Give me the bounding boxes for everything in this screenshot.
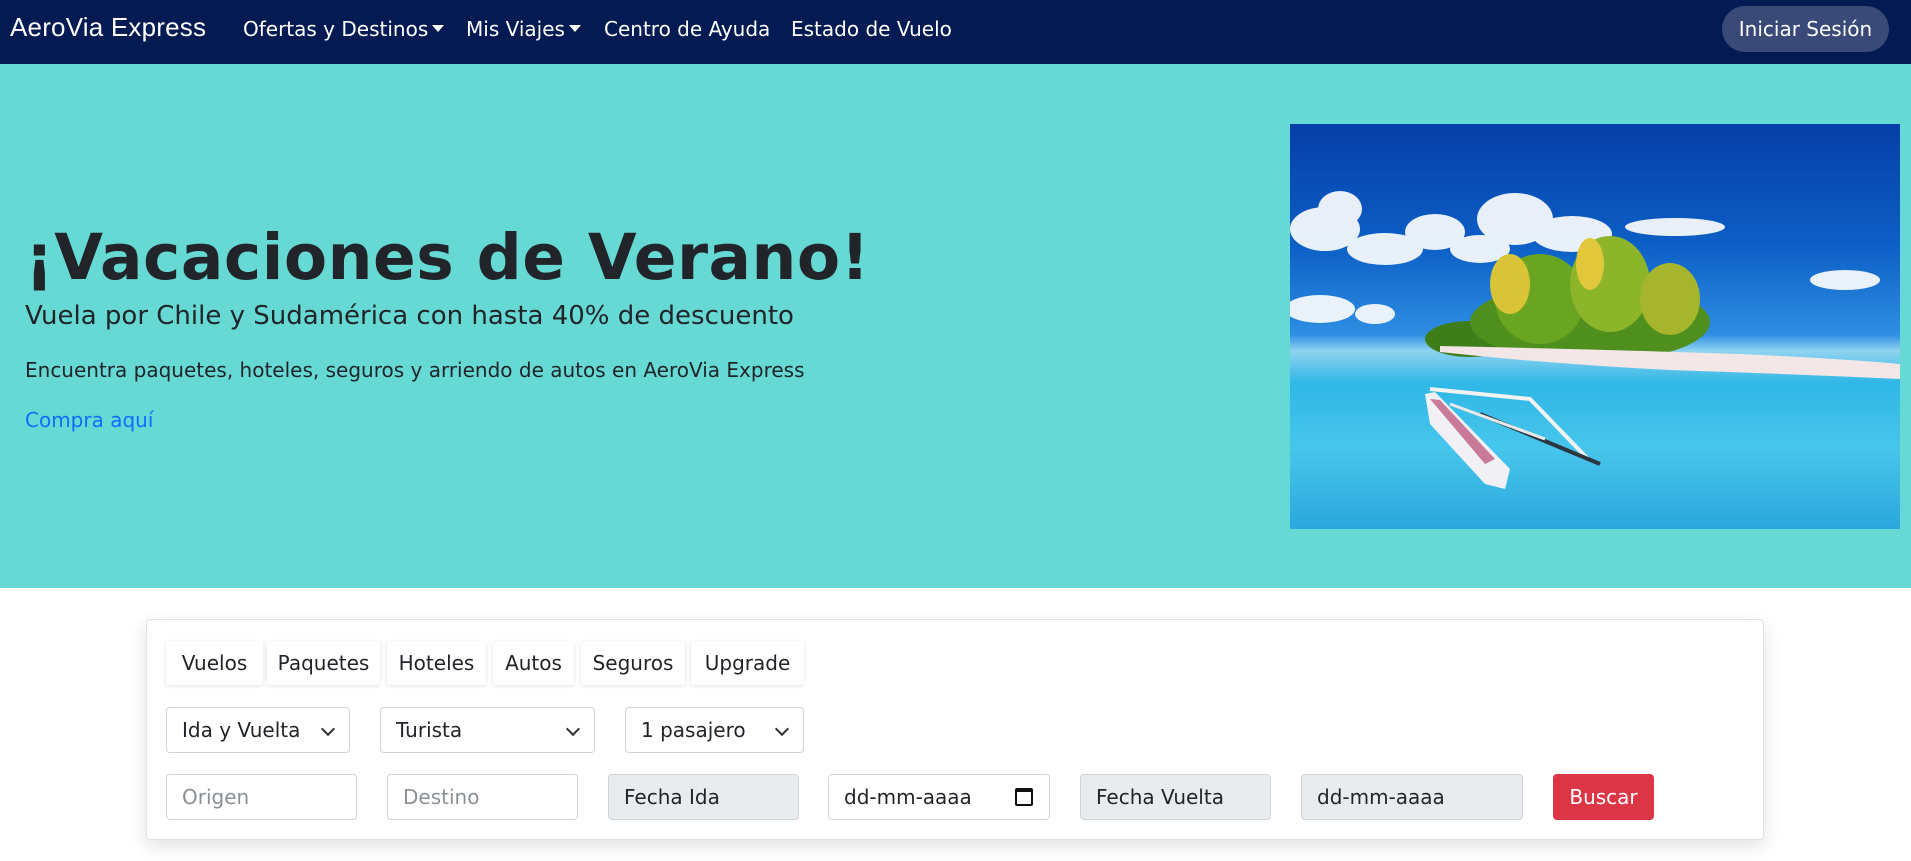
origin-input[interactable]: Origen <box>166 774 357 820</box>
return-label: Fecha Vuelta <box>1080 774 1271 820</box>
nav-centro-ayuda[interactable]: Centro de Ayuda <box>604 17 770 41</box>
departure-date-input[interactable]: dd-mm-aaaa <box>828 774 1050 820</box>
departure-date-placeholder: dd-mm-aaaa <box>844 785 972 809</box>
hero-banner: ¡Vacaciones de Verano! Vuela por Chile y… <box>0 64 1911 588</box>
caret-down-icon <box>432 25 445 32</box>
brand-logo[interactable]: AeroVia Express <box>10 12 206 43</box>
caret-down-icon <box>568 25 581 32</box>
hero-description: Encuentra paquetes, hoteles, seguros y a… <box>25 358 805 382</box>
island-illustration <box>1290 191 1900 489</box>
nav-estado-vuelo[interactable]: Estado de Vuelo <box>791 17 952 41</box>
tab-vuelos[interactable]: Vuelos <box>166 641 263 685</box>
buy-here-link[interactable]: Compra aquí <box>25 408 153 432</box>
nav-mis-viajes[interactable]: Mis Viajes <box>466 17 581 41</box>
return-date-input[interactable]: dd-mm-aaaa <box>1301 774 1523 820</box>
top-navbar: AeroVia Express Ofertas y Destinos Mis V… <box>0 0 1911 64</box>
trip-type-select[interactable]: Ida y Vuelta <box>166 707 350 753</box>
nav-ofertas-destinos[interactable]: Ofertas y Destinos <box>243 17 445 41</box>
tropical-island-image <box>1290 124 1900 529</box>
passengers-select[interactable]: 1 pasajero <box>625 707 804 753</box>
tab-autos[interactable]: Autos <box>493 641 574 685</box>
hero-title: ¡Vacaciones de Verano! <box>25 221 870 294</box>
tab-paquetes[interactable]: Paquetes <box>267 641 380 685</box>
nav-ofertas-destinos-label: Ofertas y Destinos <box>243 17 429 41</box>
tab-seguros[interactable]: Seguros <box>581 641 685 685</box>
trip-type-value: Ida y Vuelta <box>182 718 301 742</box>
chevron-down-icon <box>320 721 336 737</box>
cabin-class-select[interactable]: Turista <box>380 707 595 753</box>
cabin-class-value: Turista <box>396 718 463 742</box>
hero-subtitle: Vuela por Chile y Sudamérica con hasta 4… <box>25 301 794 331</box>
search-button[interactable]: Buscar <box>1553 774 1654 820</box>
passengers-value: 1 pasajero <box>641 718 746 742</box>
tab-hoteles[interactable]: Hoteles <box>387 641 486 685</box>
tab-upgrade[interactable]: Upgrade <box>691 641 804 685</box>
departure-label: Fecha Ida <box>608 774 799 820</box>
calendar-icon[interactable] <box>1015 788 1033 806</box>
login-button[interactable]: Iniciar Sesión <box>1722 6 1889 52</box>
destination-input[interactable]: Destino <box>387 774 578 820</box>
chevron-down-icon <box>774 721 790 737</box>
chevron-down-icon <box>565 721 581 737</box>
nav-mis-viajes-label: Mis Viajes <box>466 17 565 41</box>
